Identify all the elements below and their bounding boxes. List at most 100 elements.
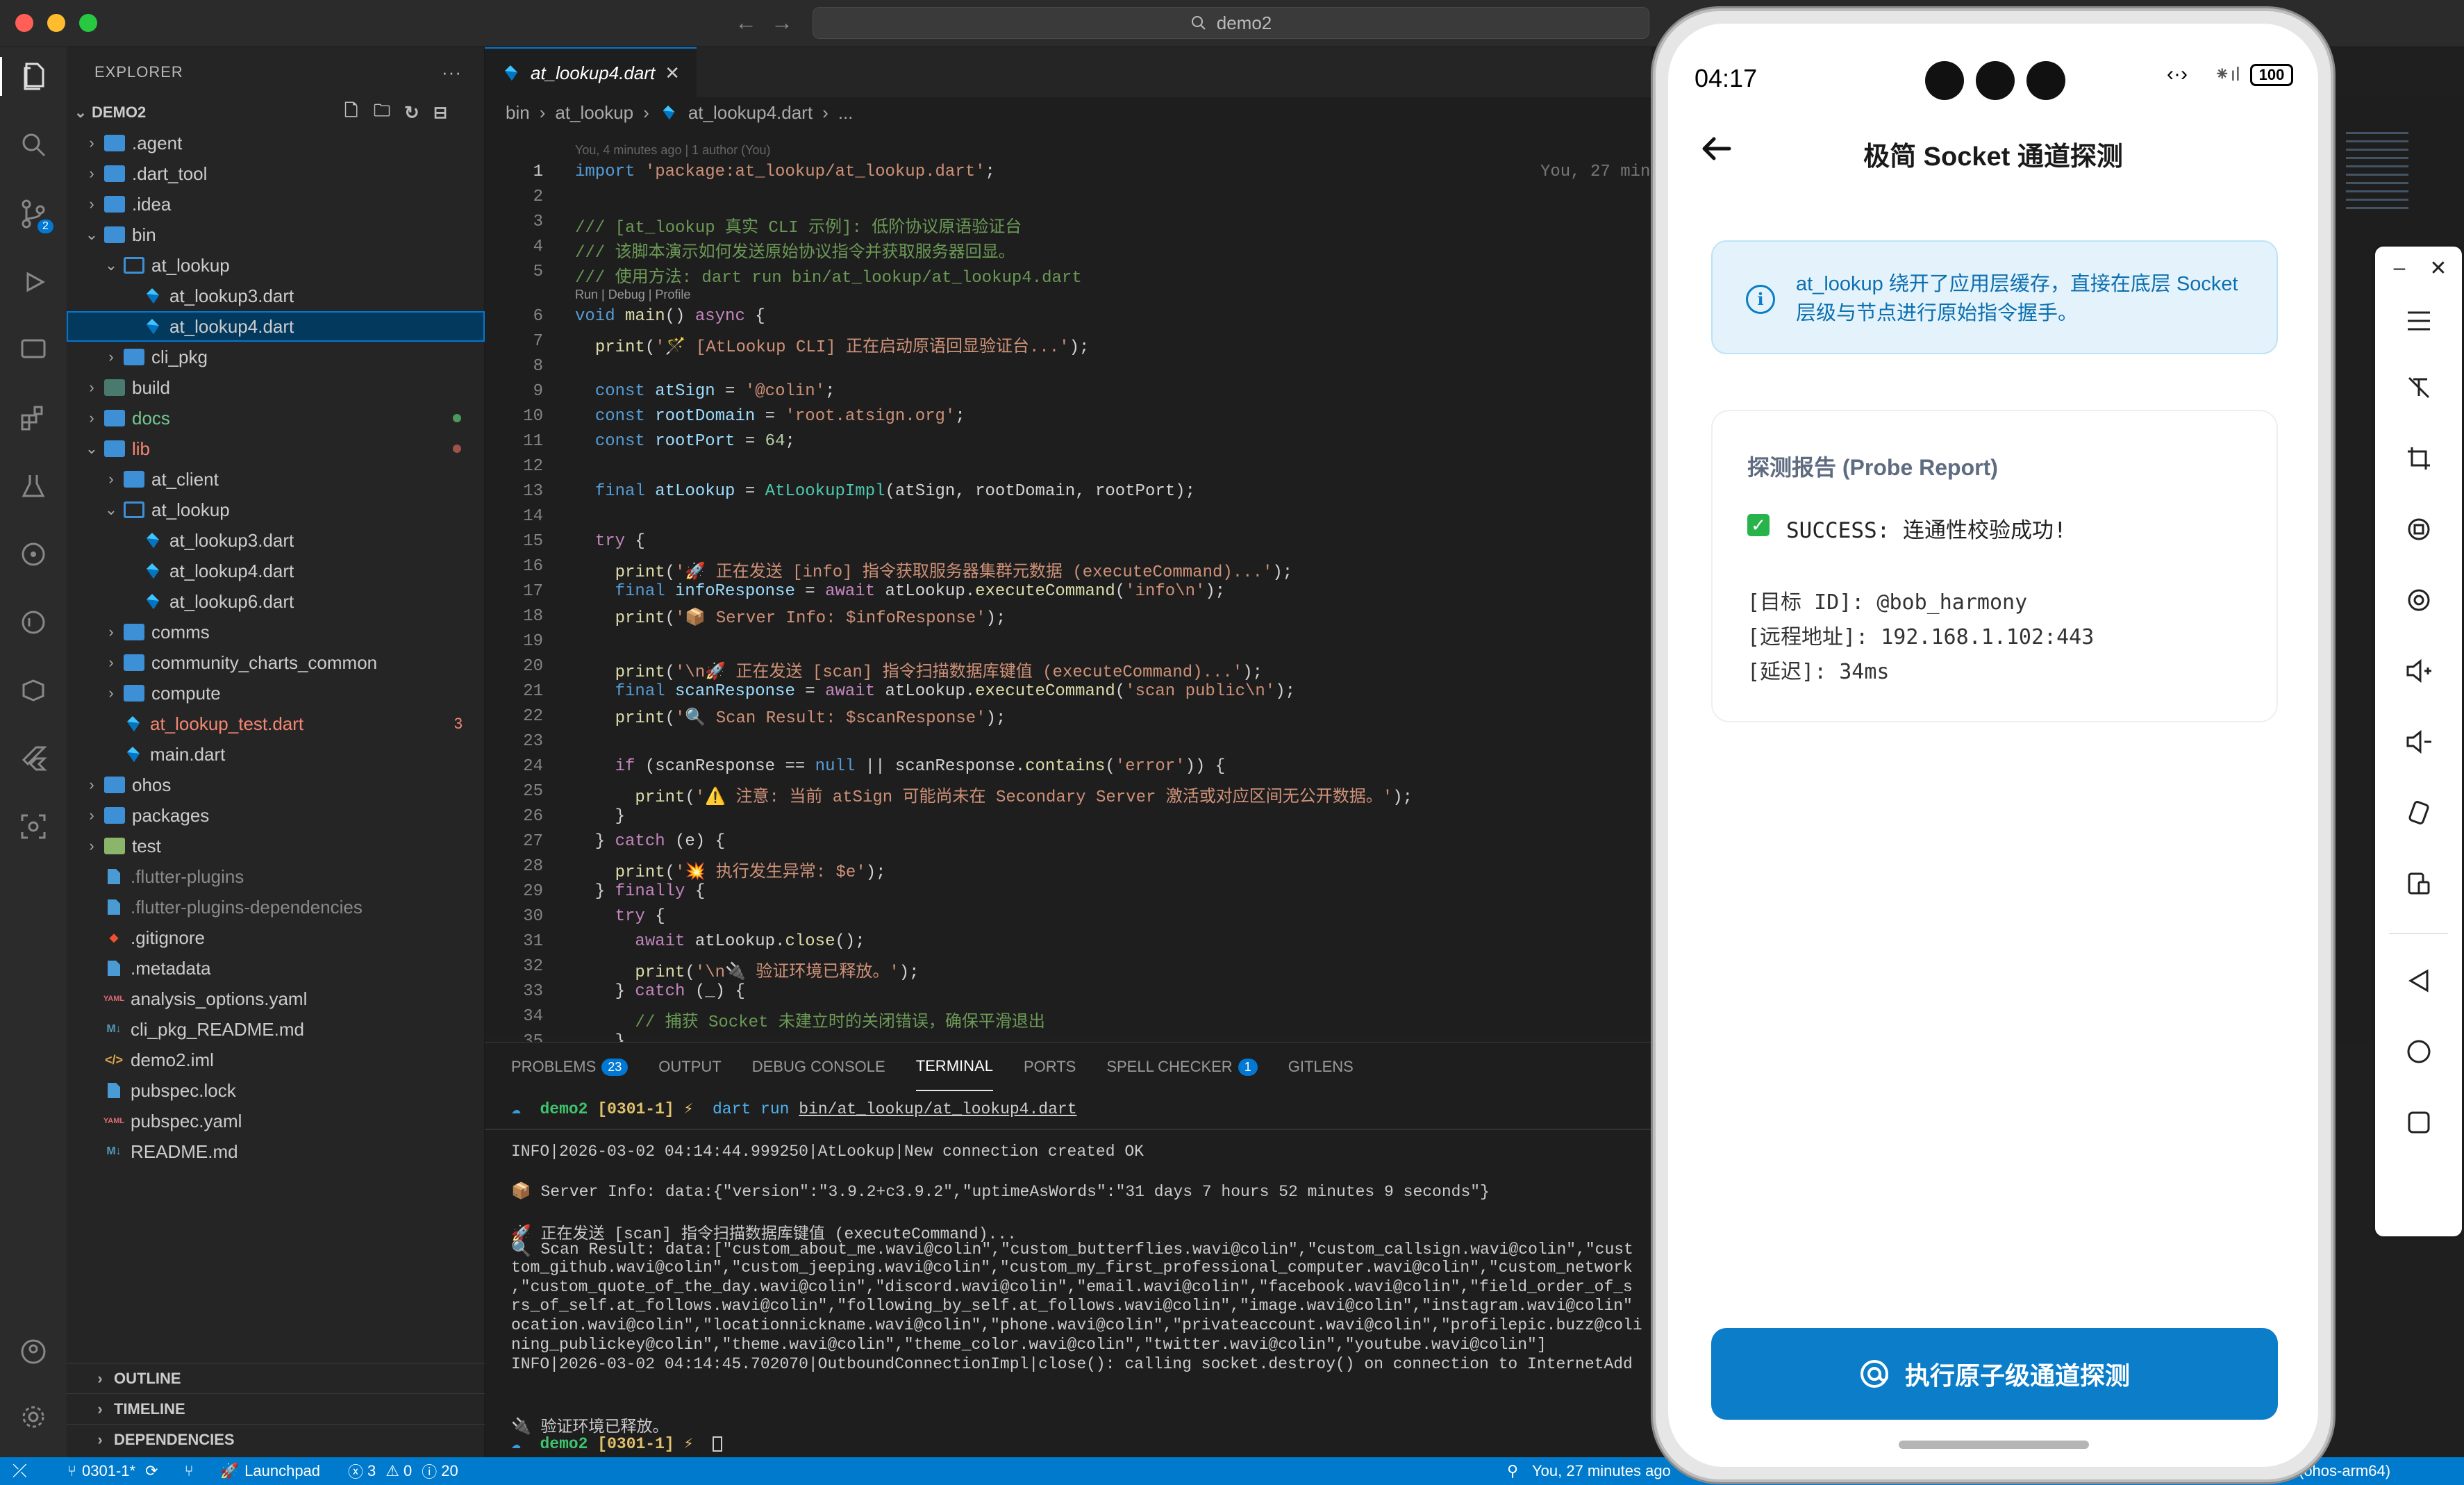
menu-icon[interactable] xyxy=(2404,306,2433,335)
tree-folder[interactable]: › at_client xyxy=(67,464,485,495)
tree-file[interactable]: M↓ cli_pkg_README.md xyxy=(67,1014,485,1045)
tree-file[interactable]: .metadata xyxy=(67,953,485,984)
tree-folder[interactable]: › packages xyxy=(67,800,485,831)
tree-file[interactable]: at_lookup4.dart xyxy=(67,556,485,586)
disable-touch-icon[interactable] xyxy=(2404,373,2433,402)
new-file-icon[interactable]: 🗋 xyxy=(344,99,358,127)
tree-folder[interactable]: › compute xyxy=(67,678,485,708)
search-icon[interactable] xyxy=(14,125,53,164)
outline-section[interactable]: › OUTLINE xyxy=(67,1363,485,1393)
breadcrumb-item[interactable]: bin xyxy=(506,102,530,124)
branch-label[interactable]: 0301-1* xyxy=(82,1462,135,1480)
tree-file[interactable]: M↓ README.md xyxy=(67,1136,485,1167)
tree-file[interactable]: main.dart xyxy=(67,739,485,770)
tree-file[interactable]: YAML pubspec.yaml xyxy=(67,1106,485,1136)
tab-spell-checker[interactable]: SPELL CHECKER 1 xyxy=(1106,1043,1258,1091)
forward-arrow-icon[interactable]: → xyxy=(771,10,793,35)
close-tab-icon[interactable]: ✕ xyxy=(665,63,680,84)
tree-file[interactable]: .flutter-plugins-dependencies xyxy=(67,892,485,922)
probe-button[interactable]: 执行原子级通道探测 xyxy=(1711,1328,2278,1420)
shake-icon[interactable] xyxy=(2404,798,2433,827)
info-count[interactable]: 20 xyxy=(441,1462,458,1480)
tree-folder[interactable]: › .agent xyxy=(67,128,485,158)
screenshot-tool-icon[interactable] xyxy=(14,807,53,846)
dependencies-section[interactable]: › DEPENDENCIES xyxy=(67,1424,485,1454)
tab-output[interactable]: OUTPUT xyxy=(658,1043,721,1091)
tab-gitlens[interactable]: GITLENS xyxy=(1288,1043,1354,1091)
tree-folder[interactable]: ⌄ lib xyxy=(67,433,485,464)
zoom-window-button[interactable] xyxy=(79,14,97,32)
tab-terminal[interactable]: TERMINAL xyxy=(915,1043,993,1091)
tree-file[interactable]: at_lookup6.dart xyxy=(67,586,485,617)
close-icon[interactable]: ✕ xyxy=(2424,254,2453,283)
tree-file[interactable]: at_lookup_test.dart 3 xyxy=(67,708,485,739)
tree-folder[interactable]: › comms xyxy=(67,617,485,647)
tree-folder[interactable]: › .dart_tool xyxy=(67,158,485,189)
home-indicator[interactable] xyxy=(1899,1441,2089,1449)
new-folder-icon[interactable]: 🗀 xyxy=(374,99,390,127)
timeline-section[interactable]: › TIMELINE xyxy=(67,1393,485,1424)
more-actions-icon[interactable]: ··· xyxy=(442,62,462,83)
tree-file[interactable]: .flutter-plugins xyxy=(67,861,485,892)
containers-icon[interactable] xyxy=(14,671,53,710)
minimize-icon[interactable]: – xyxy=(2385,254,2414,283)
breadcrumb-item[interactable]: at_lookup xyxy=(555,102,633,124)
tree-folder[interactable]: › ohos xyxy=(67,770,485,800)
tree-folder[interactable]: ⌄ at_lookup xyxy=(67,250,485,281)
volume-up-icon[interactable] xyxy=(2404,656,2433,686)
flutter-icon[interactable] xyxy=(14,739,53,778)
tree-folder[interactable]: › docs xyxy=(67,403,485,433)
collapse-all-icon[interactable]: ⊟ xyxy=(433,103,447,123)
remote-indicator-icon[interactable]: ⤫ xyxy=(0,1460,40,1482)
blame-status[interactable]: You, 27 minutes ago xyxy=(1532,1462,1671,1480)
nav-back-triangle-icon[interactable] xyxy=(2404,966,2433,995)
tree-file[interactable]: </> demo2.iml xyxy=(67,1045,485,1075)
sync-icon[interactable]: ⟳ xyxy=(145,1462,158,1480)
testing-flask-icon[interactable] xyxy=(14,467,53,506)
tree-folder[interactable]: › test xyxy=(67,831,485,861)
run-debug-icon[interactable] xyxy=(14,263,53,301)
settings-gear-icon[interactable] xyxy=(14,1397,53,1436)
tree-file[interactable]: pubspec.lock xyxy=(67,1075,485,1106)
git-graph-icon[interactable] xyxy=(14,535,53,574)
nav-recents-square-icon[interactable] xyxy=(2404,1108,2433,1137)
breadcrumb-item[interactable]: ... xyxy=(838,102,854,124)
source-control-icon[interactable]: 2 xyxy=(14,194,53,233)
tree-file[interactable]: YAML analysis_options.yaml xyxy=(67,984,485,1014)
workspace-root[interactable]: ⌄ DEMO2 🗋 🗀 ↻ ⊟ xyxy=(67,97,485,128)
command-center-search[interactable]: demo2 xyxy=(813,7,1649,39)
multi-device-icon[interactable] xyxy=(2404,869,2433,898)
terminal-prompt[interactable]: ☁ demo2 [0301-1] ⚡ xyxy=(511,1434,722,1453)
crop-screenshot-icon[interactable] xyxy=(2404,444,2433,473)
editor-tab[interactable]: at_lookup4.dart ✕ xyxy=(485,47,697,97)
record-icon[interactable] xyxy=(2404,586,2433,615)
tree-folder[interactable]: › build xyxy=(67,372,485,403)
tree-file[interactable]: at_lookup4.dart xyxy=(67,311,485,342)
tab-ports[interactable]: PORTS xyxy=(1024,1043,1076,1091)
rotate-icon[interactable] xyxy=(2404,515,2433,544)
device-label[interactable]: (ohos-arm64) xyxy=(2299,1462,2390,1480)
refresh-icon[interactable]: ↻ xyxy=(404,102,419,124)
volume-down-icon[interactable] xyxy=(2404,727,2433,756)
warnings-count[interactable]: 0 xyxy=(403,1462,412,1480)
tab-debug-console[interactable]: DEBUG CONSOLE xyxy=(752,1043,885,1091)
explorer-files-icon[interactable] xyxy=(0,57,67,96)
nav-home-circle-icon[interactable] xyxy=(2404,1037,2433,1066)
extensions-icon[interactable] xyxy=(14,399,53,438)
launchpad-label[interactable]: Launchpad xyxy=(244,1462,320,1480)
tree-file[interactable]: at_lookup3.dart xyxy=(67,525,485,556)
tree-folder[interactable]: ⌄ bin xyxy=(67,219,485,250)
tree-folder[interactable]: › community_charts_common xyxy=(67,647,485,678)
tree-folder[interactable]: › cli_pkg xyxy=(67,342,485,372)
tree-folder[interactable]: ⌄ at_lookup xyxy=(67,495,485,525)
remote-explorer-icon[interactable] xyxy=(14,331,53,370)
close-window-button[interactable] xyxy=(15,14,33,32)
breadcrumb-item[interactable]: at_lookup4.dart xyxy=(688,102,813,124)
minimize-window-button[interactable] xyxy=(47,14,65,32)
tree-file[interactable]: ◆ .gitignore xyxy=(67,922,485,953)
back-arrow-icon[interactable]: ← xyxy=(735,10,757,35)
tree-file[interactable]: at_lookup3.dart xyxy=(67,281,485,311)
account-icon[interactable] xyxy=(14,1332,53,1371)
errors-count[interactable]: 3 xyxy=(367,1462,376,1480)
git-graph-status-icon[interactable]: ⑂ xyxy=(185,1462,194,1480)
